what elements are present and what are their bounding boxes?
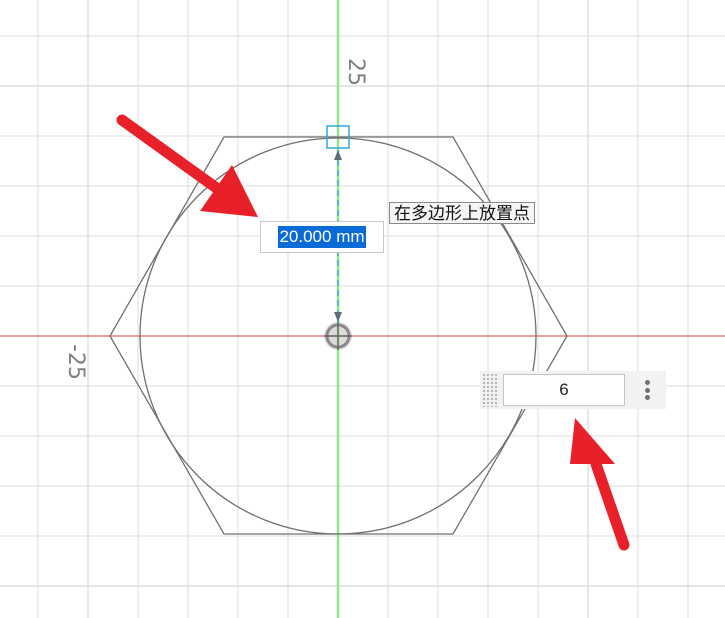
polygon-sides-input[interactable]: 6 bbox=[503, 374, 625, 406]
center-point-icon[interactable] bbox=[324, 322, 352, 350]
y-axis-tick-label: 25 bbox=[343, 58, 368, 86]
sketch-canvas[interactable] bbox=[0, 0, 725, 618]
radius-dimension-input[interactable]: 20.000 mm bbox=[260, 221, 384, 253]
x-axis-tick-label: -25 bbox=[63, 344, 88, 380]
grip-icon[interactable] bbox=[482, 373, 498, 407]
more-options-icon[interactable] bbox=[640, 378, 654, 402]
radius-arrow-bottom bbox=[334, 312, 342, 322]
radius-arrow-top bbox=[334, 150, 342, 160]
dimension-value[interactable]: 20.000 mm bbox=[278, 226, 366, 248]
tooltip: 在多边形上放置点 bbox=[389, 202, 535, 224]
polygon-sides-panel: 6 bbox=[480, 371, 666, 409]
red-arrow-to-sides-input bbox=[570, 418, 630, 551]
